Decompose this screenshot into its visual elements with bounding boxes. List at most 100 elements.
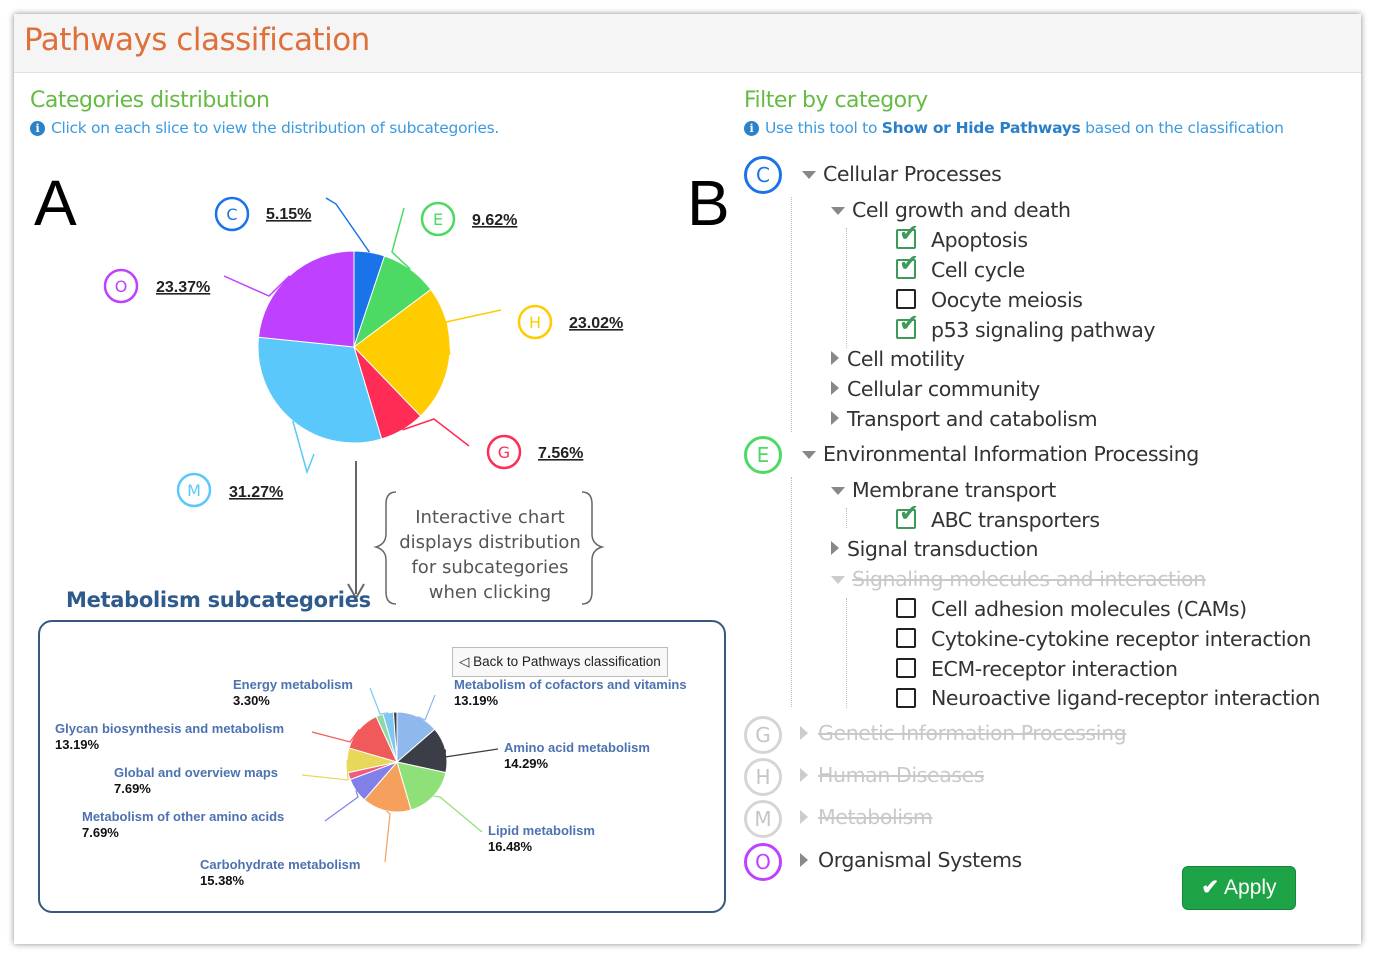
tree-item-cytokine[interactable]: Cytokine-cytokine receptor interaction: [931, 627, 1311, 651]
tree-item-membrane-transport[interactable]: Membrane transport: [852, 478, 1056, 502]
tree-guide: [846, 598, 847, 708]
sub-pie-connector-line: [324, 790, 359, 822]
sub-pie-connector-line: [369, 687, 389, 715]
tree-item-p53-signaling-pathway[interactable]: p53 signaling pathway: [931, 318, 1156, 342]
filter-hint-pre: Use this tool to: [765, 119, 882, 137]
sub-pie-name-label: Lipid metabolism: [488, 823, 595, 838]
metabolism-chart-box: Metabolism of cofactors and vitamins 13.1…: [38, 620, 726, 913]
checkbox-cams[interactable]: [896, 598, 916, 618]
checkbox-apoptosis[interactable]: ✔: [896, 221, 919, 249]
sub-pie-connector-line: [444, 748, 499, 758]
category-c-icon[interactable]: C: [744, 156, 782, 194]
expand-toggle-icon[interactable]: [800, 726, 808, 740]
tree-item-cell-cycle[interactable]: Cell cycle: [931, 258, 1025, 282]
sub-pie-connector-line: [384, 810, 391, 863]
callout-line: when clicking: [428, 582, 552, 603]
callout-line: displays distribution: [399, 532, 581, 553]
tree-guide: [846, 508, 847, 528]
expand-toggle-icon[interactable]: [802, 451, 816, 459]
check-icon: ✔: [899, 249, 920, 277]
checkbox-neuroactive[interactable]: [896, 688, 916, 708]
tree-item-signaling-molecules[interactable]: Signaling molecules and interaction: [852, 567, 1206, 591]
sub-pie-percent-label: 3.30%: [233, 693, 270, 708]
sub-pie-percent-label: 7.69%: [114, 781, 151, 796]
callout-line: Interactive chart: [415, 507, 565, 528]
tree-item-transport-and-catabolism[interactable]: Transport and catabolism: [847, 407, 1098, 431]
tree-item-genetic-information-processing[interactable]: Genetic Information Processing: [818, 721, 1127, 745]
category-e-icon[interactable]: E: [744, 436, 782, 474]
checkbox-cell-cycle[interactable]: ✔: [896, 251, 919, 279]
tree-item-neuroactive[interactable]: Neuroactive ligand-receptor interaction: [931, 686, 1320, 710]
check-icon: ✔: [1201, 876, 1220, 899]
tree-item-metabolism[interactable]: Metabolism: [818, 805, 933, 829]
tree-item-ecm[interactable]: ECM-receptor interaction: [931, 657, 1178, 681]
tree-item-cell-motility[interactable]: Cell motility: [847, 347, 965, 371]
expand-toggle-icon[interactable]: [800, 853, 808, 867]
expand-toggle-icon[interactable]: [800, 768, 808, 782]
sub-pie-name-label: Global and overview maps: [114, 765, 278, 780]
tree-item-cams[interactable]: Cell adhesion molecules (CAMs): [931, 597, 1247, 621]
checkbox-oocyte-meiosis[interactable]: [896, 289, 916, 309]
info-icon: i: [744, 121, 759, 136]
sub-pie-percent-label: 13.19%: [454, 693, 499, 708]
sub-pie-percent-label: 14.29%: [504, 756, 549, 771]
expand-toggle-icon[interactable]: [831, 576, 845, 584]
filter-hint-bold: Show or Hide Pathways: [881, 119, 1081, 137]
sub-pie-name-label: Metabolism of cofactors and vitamins: [454, 677, 687, 692]
sub-pie-name-label: Energy metabolism: [233, 677, 353, 692]
sub-pie-name-label: Metabolism of other amino acids: [82, 809, 284, 824]
tree-item-environmental-information-processing[interactable]: Environmental Information Processing: [823, 442, 1199, 466]
category-o-icon[interactable]: O: [744, 843, 782, 881]
metabolism-subcategories-title: Metabolism subcategories: [66, 588, 371, 612]
expand-toggle-icon[interactable]: [800, 810, 808, 824]
check-icon: ✔: [899, 219, 920, 247]
checkbox-cytokine[interactable]: [896, 628, 916, 648]
category-m-icon[interactable]: M: [744, 800, 782, 838]
tree-guide: [791, 197, 792, 432]
sub-pie-name-label: Carbohydrate metabolism: [200, 857, 360, 872]
expand-toggle-icon[interactable]: [831, 411, 839, 425]
checkbox-ecm[interactable]: [896, 658, 916, 678]
expand-toggle-icon[interactable]: [802, 171, 816, 179]
tree-item-apoptosis[interactable]: Apoptosis: [931, 228, 1028, 252]
filter-hint: i Use this tool to Show or Hide Pathways …: [744, 119, 1284, 137]
tree-item-organismal-systems[interactable]: Organismal Systems: [818, 848, 1022, 872]
callout-arrow: [347, 461, 605, 605]
checkbox-p53[interactable]: ✔: [896, 311, 919, 339]
expand-toggle-icon[interactable]: [831, 351, 839, 365]
filter-by-category-title: Filter by category: [744, 88, 928, 113]
tree-item-human-diseases[interactable]: Human Diseases: [818, 763, 985, 787]
checkbox-abc-transporters[interactable]: ✔: [896, 501, 919, 529]
tree-guide: [846, 228, 847, 348]
sub-pie-name-label: Glycan biosynthesis and metabolism: [55, 721, 284, 736]
check-icon: ✔: [899, 499, 920, 527]
filter-hint-post: based on the classification: [1080, 119, 1284, 137]
sub-pie-connector-line: [417, 694, 436, 721]
tree-item-cellular-processes[interactable]: Cellular Processes: [823, 162, 1002, 186]
apply-button[interactable]: ✔ Apply: [1182, 866, 1296, 910]
sub-pie-percent-label: 16.48%: [488, 839, 533, 854]
sub-pie-percent-label: 13.19%: [55, 737, 100, 752]
expand-toggle-icon[interactable]: [831, 207, 845, 215]
sub-pie-name-label: Amino acid metabolism: [504, 740, 650, 755]
tree-item-abc-transporters[interactable]: ABC transporters: [931, 508, 1100, 532]
category-g-icon[interactable]: G: [744, 716, 782, 754]
back-to-classification-button[interactable]: ◁ Back to Pathways classification: [452, 647, 668, 677]
sub-pie-percent-label: 15.38%: [200, 873, 245, 888]
sub-pie-connector-line: [311, 728, 360, 743]
expand-toggle-icon[interactable]: [831, 381, 839, 395]
panel-letter-b: B: [687, 167, 730, 239]
check-icon: ✔: [899, 309, 920, 337]
tree-item-cellular-community[interactable]: Cellular community: [847, 377, 1040, 401]
pathways-panel: Pathways classification Categories distr…: [14, 14, 1361, 944]
category-h-icon[interactable]: H: [744, 758, 782, 796]
tree-guide: [791, 477, 792, 707]
expand-toggle-icon[interactable]: [831, 487, 845, 495]
sub-pie-connector-line: [301, 760, 349, 781]
sub-pie-connector-line: [433, 795, 483, 833]
sub-pie-percent-label: 7.69%: [82, 825, 119, 840]
expand-toggle-icon[interactable]: [831, 541, 839, 555]
tree-item-cell-growth-and-death[interactable]: Cell growth and death: [852, 198, 1071, 222]
tree-item-signal-transduction[interactable]: Signal transduction: [847, 537, 1039, 561]
tree-item-oocyte-meiosis[interactable]: Oocyte meiosis: [931, 288, 1083, 312]
